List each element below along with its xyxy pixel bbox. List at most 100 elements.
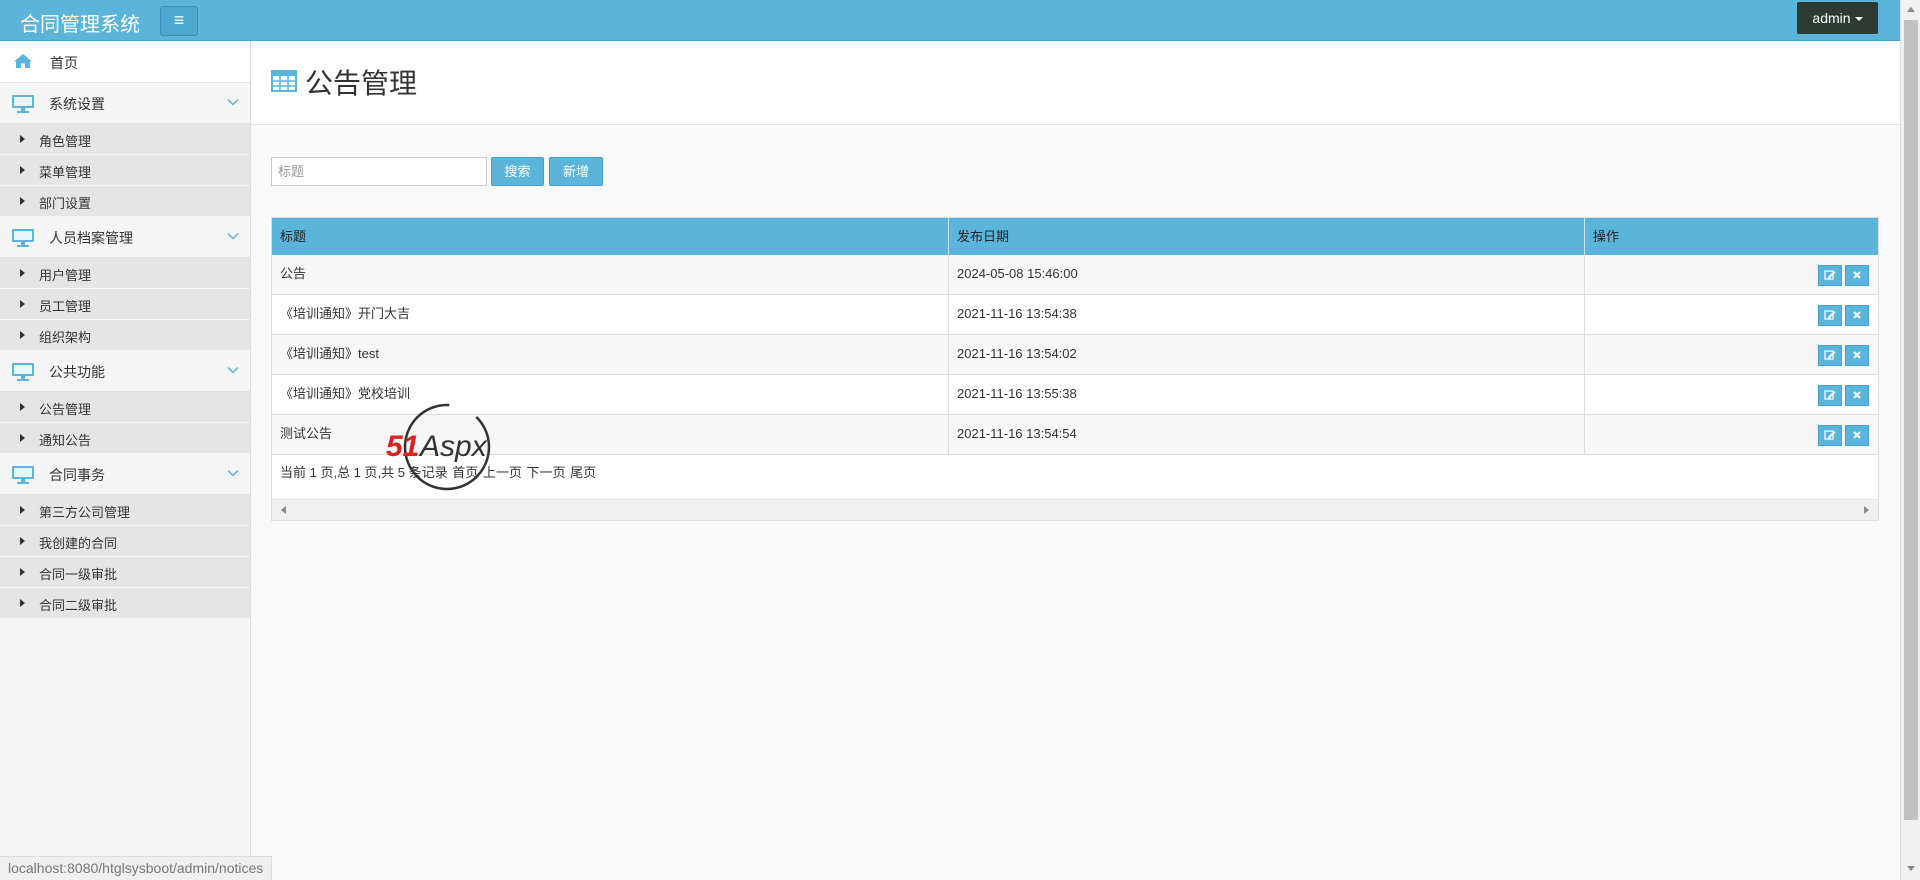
chevron-down-icon: [227, 232, 239, 240]
sidebar-item-first-level-approval[interactable]: 合同一级审批: [0, 557, 250, 588]
sidebar-toggle-button[interactable]: ≡: [160, 6, 198, 36]
sidebar-item-label: 部门设置: [39, 196, 92, 211]
caret-right-icon: [20, 537, 25, 545]
add-button[interactable]: 新增: [549, 157, 603, 186]
user-menu-button[interactable]: admin: [1797, 2, 1878, 34]
status-bar-url: localhost:8080/htglsysboot/admin/notices: [0, 856, 273, 880]
sidebar-item-second-level-approval[interactable]: 合同二级审批: [0, 588, 250, 619]
sidebar-item-label: 首页: [50, 55, 78, 71]
cell-date: 2024-05-08 15:46:00: [949, 255, 1585, 294]
edit-icon: [1824, 350, 1836, 360]
sidebar-item-notice-management[interactable]: 公告管理: [0, 392, 250, 423]
caret-right-icon: [20, 403, 25, 411]
page-title: 公告管理: [305, 68, 418, 99]
edit-button[interactable]: [1818, 425, 1842, 446]
sidebar-item-menu-management[interactable]: 菜单管理: [0, 155, 250, 186]
sidebar-group-public-functions[interactable]: 公共功能: [0, 351, 250, 392]
sidebar-item-org-structure[interactable]: 组织架构: [0, 320, 250, 351]
delete-button[interactable]: [1845, 265, 1869, 286]
sidebar-group-label: 系统设置: [49, 96, 105, 112]
monitor-icon: [12, 363, 34, 381]
edit-button[interactable]: [1818, 385, 1842, 406]
sidebar-item-user-management[interactable]: 用户管理: [0, 258, 250, 289]
edit-button[interactable]: [1818, 345, 1842, 366]
caret-right-icon: [20, 166, 25, 174]
sidebar-item-label: 角色管理: [39, 134, 92, 149]
edit-icon: [1824, 430, 1836, 440]
sidebar-group-label: 公共功能: [49, 364, 105, 380]
edit-icon: [1824, 270, 1836, 280]
vertical-scrollbar[interactable]: [1900, 0, 1920, 880]
sidebar-item-label: 合同二级审批: [39, 598, 118, 613]
caret-right-icon: [20, 434, 25, 442]
close-icon: [1853, 391, 1861, 399]
sidebar-item-label: 组织架构: [39, 330, 92, 345]
scroll-right-icon[interactable]: [1864, 506, 1869, 514]
sidebar-item-home[interactable]: 首页: [0, 41, 250, 83]
edit-button[interactable]: [1818, 305, 1842, 326]
next-page-link[interactable]: 下一页: [527, 465, 566, 480]
last-page-link[interactable]: 尾页: [570, 465, 596, 480]
sidebar-group-personnel[interactable]: 人员档案管理: [0, 217, 250, 258]
sidebar-item-label: 第三方公司管理: [39, 505, 131, 520]
scrollbar-thumb[interactable]: [1904, 20, 1918, 820]
sidebar-item-announcements[interactable]: 通知公告: [0, 423, 250, 454]
chevron-down-icon: [227, 469, 239, 477]
caret-right-icon: [20, 599, 25, 607]
cell-date: 2021-11-16 13:54:38: [949, 295, 1585, 334]
sidebar-item-label: 合同一级审批: [39, 567, 118, 582]
sidebar-item-label: 公告管理: [39, 402, 92, 417]
delete-button[interactable]: [1845, 425, 1869, 446]
sidebar-item-label: 我创建的合同: [39, 536, 118, 551]
caret-right-icon: [20, 506, 25, 514]
sidebar-item-role-management[interactable]: 角色管理: [0, 124, 250, 155]
caret-right-icon: [20, 568, 25, 576]
delete-button[interactable]: [1845, 385, 1869, 406]
cell-title: 《培训通知》test: [272, 335, 949, 374]
table-row: 公告 2024-05-08 15:46:00: [272, 255, 1878, 295]
delete-button[interactable]: [1845, 305, 1869, 326]
sidebar: 首页 系统设置 角色管理 菜单管理 部门设置 人员档案管理 用户管理 员工管理 …: [0, 41, 251, 880]
horizontal-scrollbar[interactable]: [272, 499, 1878, 520]
caret-down-icon: [1854, 17, 1863, 22]
top-navbar: 合同管理系统 ≡ admin: [0, 0, 1900, 41]
watermark-text-dark: Aspx: [420, 430, 487, 463]
monitor-icon: [12, 95, 34, 113]
edit-icon: [1824, 310, 1836, 320]
scroll-up-icon[interactable]: [1907, 7, 1915, 12]
sidebar-item-label: 用户管理: [39, 268, 92, 283]
sidebar-group-system-settings[interactable]: 系统设置: [0, 83, 250, 124]
scroll-down-icon[interactable]: [1907, 866, 1915, 871]
app-brand[interactable]: 合同管理系统: [20, 8, 140, 37]
column-header-actions: 操作: [1593, 229, 1620, 244]
monitor-icon: [12, 229, 34, 247]
column-header-title: 标题: [272, 218, 949, 255]
user-name: admin: [1812, 10, 1851, 26]
sidebar-item-employee-management[interactable]: 员工管理: [0, 289, 250, 320]
cell-date: 2021-11-16 13:54:54: [949, 415, 1585, 454]
sidebar-item-my-contracts[interactable]: 我创建的合同: [0, 526, 250, 557]
page-header: 公告管理: [251, 41, 1900, 125]
close-icon: [1853, 311, 1861, 319]
close-icon: [1853, 351, 1861, 359]
close-icon: [1853, 431, 1861, 439]
title-search-input[interactable]: [271, 157, 487, 186]
caret-right-icon: [20, 135, 25, 143]
delete-button[interactable]: [1845, 345, 1869, 366]
caret-right-icon: [20, 331, 25, 339]
cell-title: 《培训通知》开门大吉: [272, 295, 949, 334]
home-icon: [14, 54, 32, 68]
sidebar-item-department-settings[interactable]: 部门设置: [0, 186, 250, 217]
monitor-icon: [12, 466, 34, 484]
caret-right-icon: [20, 197, 25, 205]
sidebar-item-third-party-companies[interactable]: 第三方公司管理: [0, 495, 250, 526]
search-button[interactable]: 搜索: [491, 157, 544, 186]
cell-date: 2021-11-16 13:55:38: [949, 375, 1585, 414]
cell-title: 《培训通知》党校培训: [272, 375, 949, 414]
scroll-left-icon[interactable]: [281, 506, 286, 514]
edit-button[interactable]: [1818, 265, 1842, 286]
sidebar-group-contract-affairs[interactable]: 合同事务: [0, 454, 250, 495]
sidebar-item-label: 通知公告: [39, 433, 92, 448]
menu-icon: ≡: [173, 10, 185, 30]
watermark-text-red: 51: [386, 430, 420, 463]
